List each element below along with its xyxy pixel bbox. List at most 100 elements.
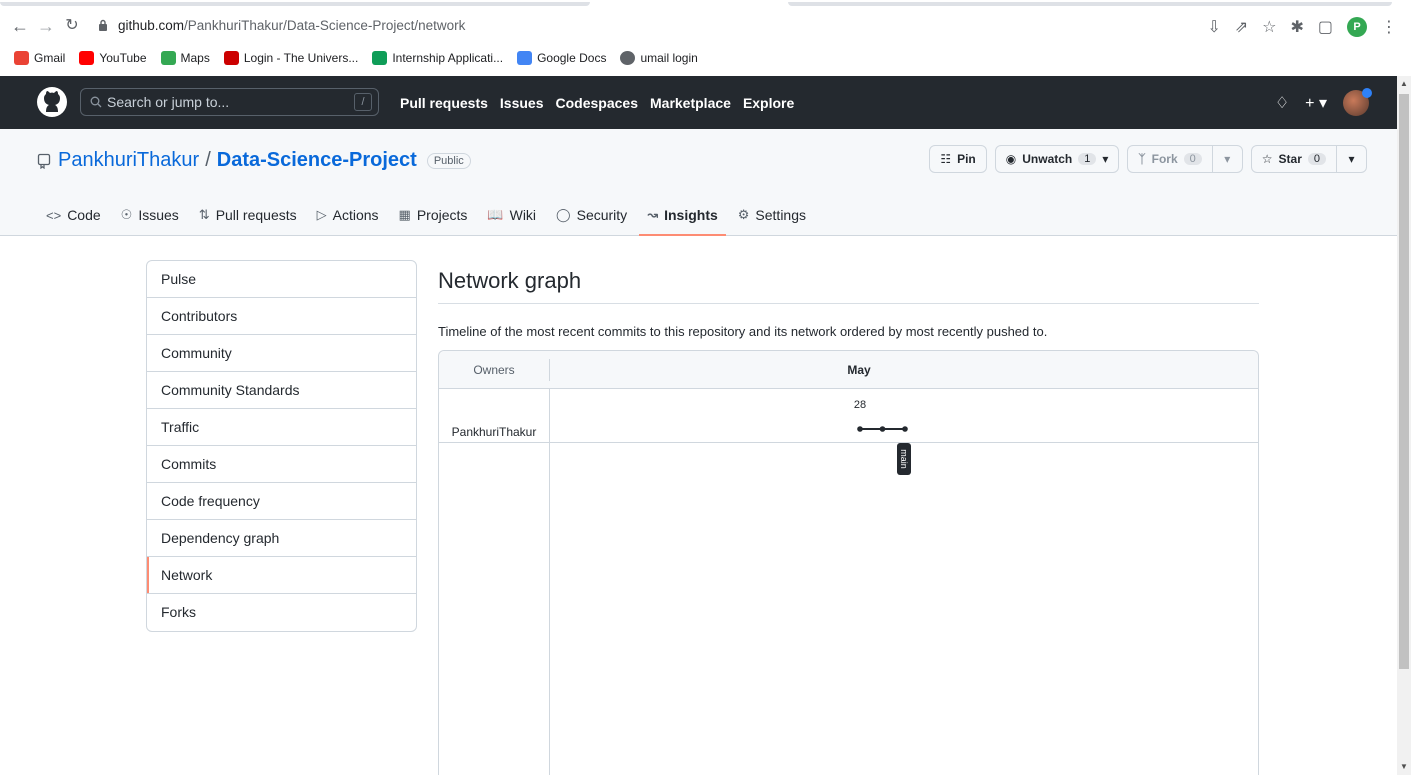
tab-projects[interactable]: ▦ Projects bbox=[391, 195, 476, 235]
issue-icon: ☉ bbox=[120, 207, 133, 222]
bookmark-gmail[interactable]: Gmail bbox=[14, 51, 65, 65]
branch-label-main[interactable]: main bbox=[897, 443, 911, 475]
tab-inactive[interactable] bbox=[788, 2, 1392, 6]
tab-inactive[interactable] bbox=[0, 2, 590, 6]
scrollbar-thumb[interactable] bbox=[1399, 94, 1409, 669]
page-scrollbar[interactable]: ▲ ▼ bbox=[1397, 76, 1411, 775]
url-bar[interactable]: github.com/PankhuriThakur/Data-Science-P… bbox=[118, 15, 465, 37]
extensions-puzzle-icon[interactable]: ✱ bbox=[1290, 17, 1303, 37]
watch-counter: 1 bbox=[1078, 153, 1097, 165]
unwatch-button[interactable]: ◉ Unwatch 1 ▾ bbox=[994, 145, 1120, 173]
scroll-down-arrow-icon[interactable]: ▼ bbox=[1400, 763, 1408, 771]
back-arrow-icon[interactable]: ← bbox=[8, 14, 32, 38]
repository-header: PankhuriThakur / Data-Science-Project Pu… bbox=[0, 129, 1397, 236]
scroll-up-arrow-icon[interactable]: ▲ bbox=[1400, 80, 1408, 88]
search-icon bbox=[90, 96, 102, 108]
nav-explore[interactable]: Explore bbox=[743, 95, 794, 111]
tab-pull-requests[interactable]: ⇅ Pull requests bbox=[191, 195, 305, 235]
commit-dot[interactable] bbox=[879, 426, 886, 432]
browser-chrome: ← → ↻ github.com/PankhuriThakur/Data-Sci… bbox=[0, 0, 1411, 76]
play-icon: ▷ bbox=[316, 207, 327, 222]
reload-icon[interactable]: ↻ bbox=[60, 14, 84, 38]
github-header-actions: ♢ + ▾ bbox=[1275, 88, 1372, 116]
star-counter: 0 bbox=[1307, 153, 1326, 165]
bookmark-google-docs[interactable]: Google Docs bbox=[517, 51, 606, 65]
network-graph[interactable]: Owners May 28 PankhuriThakur main bbox=[438, 350, 1259, 775]
tab-issues[interactable]: ☉ Issues bbox=[113, 195, 187, 235]
page-description: Timeline of the most recent commits to t… bbox=[438, 324, 1048, 339]
bookmark-login[interactable]: Login - The Univers... bbox=[223, 51, 358, 65]
pin-button[interactable]: ☷ Pin bbox=[929, 145, 987, 173]
shield-icon: ◯ bbox=[556, 207, 571, 222]
repo-title: PankhuriThakur / Data-Science-Project Pu… bbox=[36, 149, 471, 172]
bookmark-youtube[interactable]: YouTube bbox=[79, 51, 147, 65]
commit-dot[interactable] bbox=[902, 426, 908, 432]
fork-icon: ᛉ bbox=[1138, 152, 1146, 166]
github-header: Search or jump to... / Pull requests Iss… bbox=[0, 76, 1397, 129]
tab-security[interactable]: ◯ Security bbox=[548, 195, 635, 235]
create-new-plus-icon[interactable]: + ▾ bbox=[1305, 93, 1327, 113]
gear-icon: ⚙ bbox=[737, 207, 750, 222]
sidebar-item-traffic[interactable]: Traffic bbox=[147, 409, 416, 446]
sidebar-item-dependency-graph[interactable]: Dependency graph bbox=[147, 520, 416, 557]
gmail-icon bbox=[14, 51, 29, 65]
eye-icon: ◉ bbox=[1005, 152, 1017, 166]
sidebar-item-commits[interactable]: Commits bbox=[147, 446, 416, 483]
search-shortcut-key: / bbox=[354, 93, 372, 111]
commit-dot[interactable] bbox=[857, 426, 863, 432]
chevron-down-icon: ▾ bbox=[1102, 152, 1109, 166]
forward-arrow-icon[interactable]: → bbox=[34, 14, 58, 38]
pin-icon: ☷ bbox=[940, 152, 952, 166]
repo-icon bbox=[37, 153, 51, 169]
bookmark-internship[interactable]: Internship Applicati... bbox=[372, 51, 503, 65]
github-global-nav: Pull requests Issues Codespaces Marketpl… bbox=[400, 76, 794, 129]
repo-owner-link[interactable]: PankhuriThakur bbox=[58, 149, 199, 172]
repo-path-separator: / bbox=[205, 149, 211, 171]
month-label: May bbox=[847, 363, 871, 377]
university-logo-icon bbox=[223, 51, 239, 65]
lock-icon[interactable] bbox=[98, 19, 108, 31]
toolbar-icons: ⇩ ⇗ ☆ ✱ ▢ P ⋮ bbox=[1207, 14, 1397, 40]
sidebar-item-code-frequency[interactable]: Code frequency bbox=[147, 483, 416, 520]
nav-issues[interactable]: Issues bbox=[500, 95, 544, 111]
tab-actions[interactable]: ▷ Actions bbox=[309, 195, 387, 235]
notification-bell-icon[interactable]: ♢ bbox=[1275, 93, 1289, 113]
tab-code[interactable]: <> Code bbox=[38, 195, 109, 235]
nav-pull-requests[interactable]: Pull requests bbox=[400, 95, 488, 111]
repo-name-link[interactable]: Data-Science-Project bbox=[217, 149, 417, 172]
chevron-down-icon: ▾ bbox=[1348, 152, 1355, 166]
url-path: /PankhuriThakur/Data-Science-Project/net… bbox=[184, 18, 466, 33]
menu-kebab-icon[interactable]: ⋮ bbox=[1381, 17, 1397, 37]
nav-codespaces[interactable]: Codespaces bbox=[556, 95, 638, 111]
owners-column-divider bbox=[549, 389, 550, 775]
profile-avatar[interactable]: P bbox=[1347, 17, 1367, 37]
youtube-icon bbox=[79, 51, 95, 65]
github-logo-icon[interactable] bbox=[36, 86, 68, 118]
bookmark-maps[interactable]: Maps bbox=[160, 51, 210, 65]
star-dropdown[interactable]: ▾ bbox=[1336, 146, 1366, 172]
code-icon: <> bbox=[46, 207, 62, 223]
fork-dropdown[interactable]: ▾ bbox=[1211, 146, 1242, 172]
search-input[interactable]: Search or jump to... / bbox=[80, 88, 379, 116]
sidebar-item-contributors[interactable]: Contributors bbox=[147, 298, 416, 335]
fork-button[interactable]: ᛉ Fork 0 ▾ bbox=[1127, 145, 1243, 173]
bookmark-star-icon[interactable]: ☆ bbox=[1262, 17, 1276, 37]
tab-settings[interactable]: ⚙ Settings bbox=[730, 195, 814, 235]
user-avatar[interactable] bbox=[1343, 88, 1372, 116]
sidebar-item-community-standards[interactable]: Community Standards bbox=[147, 372, 416, 409]
tab-insights[interactable]: ↝ Insights bbox=[639, 195, 726, 236]
book-icon: 📖 bbox=[487, 207, 504, 222]
install-app-icon[interactable]: ⇩ bbox=[1207, 17, 1220, 37]
star-button[interactable]: ☆ Star 0 ▾ bbox=[1250, 145, 1367, 173]
share-icon[interactable]: ⇗ bbox=[1235, 17, 1248, 37]
bookmarks-bar: Gmail YouTube Maps Login - The Univers..… bbox=[0, 46, 1411, 70]
sidebar-item-forks[interactable]: Forks bbox=[147, 594, 416, 631]
side-panel-icon[interactable]: ▢ bbox=[1318, 17, 1333, 37]
sidebar-item-pulse[interactable]: Pulse bbox=[147, 261, 416, 298]
repo-nav-tabs: <> Code ☉ Issues ⇅ Pull requests ▷ Actions ▦… bbox=[38, 195, 814, 236]
sidebar-item-network[interactable]: Network bbox=[147, 557, 416, 594]
sidebar-item-community[interactable]: Community bbox=[147, 335, 416, 372]
bookmark-umail[interactable]: umail login bbox=[620, 51, 698, 65]
tab-wiki[interactable]: 📖 Wiki bbox=[479, 195, 544, 235]
nav-marketplace[interactable]: Marketplace bbox=[650, 95, 731, 111]
